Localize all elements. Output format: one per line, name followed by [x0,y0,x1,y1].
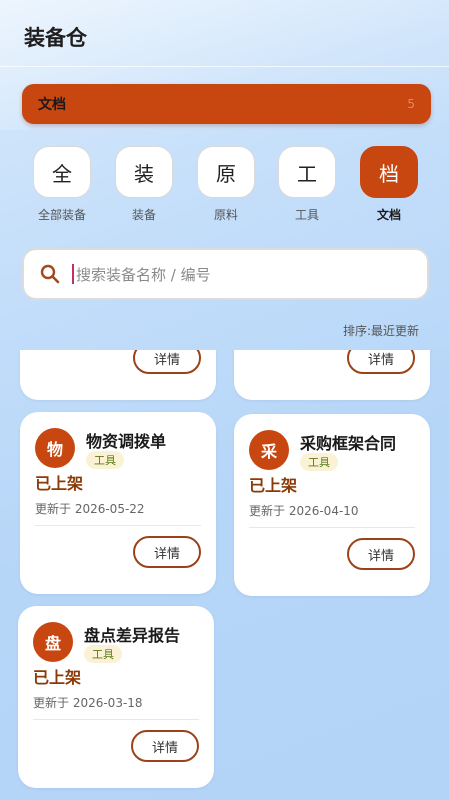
list-card[interactable]: 物 物资调拨单 工具 已上架 更新于 2026-05-22 详情 [20,412,216,594]
category-icon: 装 [115,146,173,198]
card-divider [249,527,415,528]
search-bar[interactable]: 搜索装备名称 / 编号 [22,248,429,300]
item-tag: 工具 [86,451,124,469]
section-label: 文档 [38,97,66,113]
list-card[interactable]: 盘 盘点差异报告 工具 已上架 更新于 2026-03-18 详情 [18,606,214,788]
category-documents[interactable]: 档 文档 [359,146,419,223]
category-icon: 工 [278,146,336,198]
list-card[interactable]: 详情 [234,350,430,400]
category-all[interactable]: 全 全部装备 [32,146,92,223]
card-divider [35,525,201,526]
category-icon: 全 [33,146,91,198]
detail-button[interactable]: 详情 [347,350,415,374]
section-count: 5 [407,97,415,111]
item-tag: 工具 [300,453,338,471]
item-status: 已上架 [35,474,84,493]
category-materials[interactable]: 原 原料 [196,146,256,223]
item-tag: 工具 [84,645,122,663]
header-divider [0,66,449,67]
item-updated: 更新于 2026-03-18 [33,696,143,710]
sort-selector[interactable]: 排序:最近更新 [343,322,419,339]
category-label: 工具 [294,208,319,222]
category-equipment[interactable]: 装 装备 [114,146,174,223]
text-cursor [72,264,74,284]
category-filter: 全 全部装备 装 装备 原 原料 工 工具 档 文档 [0,146,449,226]
item-avatar: 物 [35,428,75,468]
item-updated: 更新于 2026-04-10 [249,504,359,518]
category-label: 装备 [131,208,156,222]
page-title: 装备仓 [24,26,87,50]
equipment-list[interactable]: 详情 详情 物 物资调拨单 工具 已上架 更新于 2026-05-22 详情 采… [0,350,449,800]
category-tools[interactable]: 工 工具 [277,146,337,223]
detail-button[interactable]: 详情 [133,350,201,374]
item-status: 已上架 [33,668,82,687]
category-icon: 原 [197,146,255,198]
category-label: 原料 [213,208,238,222]
category-label: 文档 [376,208,401,222]
detail-button[interactable]: 详情 [347,538,415,570]
category-icon: 档 [360,146,418,198]
item-status: 已上架 [249,476,298,495]
item-updated: 更新于 2026-05-22 [35,502,145,516]
list-card[interactable]: 采 采购框架合同 工具 已上架 更新于 2026-04-10 详情 [234,414,430,596]
detail-button[interactable]: 详情 [131,730,199,762]
item-avatar: 采 [249,430,289,470]
category-label: 全部装备 [37,208,86,222]
section-banner: 文档 5 [22,84,431,124]
item-avatar: 盘 [33,622,73,662]
list-card[interactable]: 详情 [20,350,216,400]
detail-button[interactable]: 详情 [133,536,201,568]
card-divider [33,719,199,720]
search-icon [40,264,60,284]
search-input[interactable]: 搜索装备名称 / 编号 [76,264,211,285]
item-title: 采购框架合同 [300,434,397,453]
item-title: 盘点差异报告 [84,626,181,645]
item-title: 物资调拨单 [86,432,167,451]
